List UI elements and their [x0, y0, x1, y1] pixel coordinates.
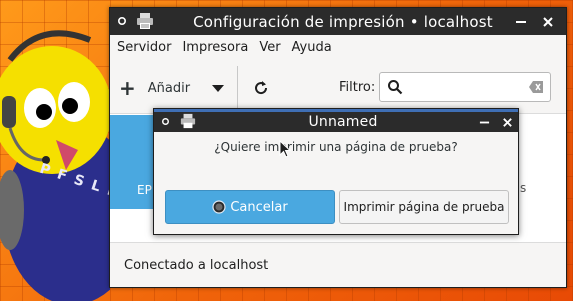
- search-icon: [387, 79, 403, 99]
- penguin-mascot-image: [0, 30, 110, 301]
- menu-impresora[interactable]: Impresora: [182, 40, 248, 55]
- dialog-title: Unnamed: [308, 114, 378, 130]
- dialog-titlebar: Unnamed: [154, 109, 518, 132]
- cancel-button[interactable]: Cancelar: [165, 190, 335, 224]
- filter-label: Filtro:: [339, 80, 376, 95]
- mouse-cursor-icon: [279, 140, 291, 158]
- cancel-label: Cancelar: [230, 199, 288, 215]
- test-page-dialog: Unnamed ¿Quiere imprimir una página de p…: [153, 108, 519, 235]
- menu-ayuda[interactable]: Ayuda: [292, 40, 332, 55]
- printer-tile-label: EP: [137, 183, 152, 197]
- minimize-icon[interactable]: [515, 16, 527, 28]
- print-test-page-label: Imprimir página de prueba: [343, 200, 505, 214]
- close-icon[interactable]: [502, 117, 513, 128]
- close-icon[interactable]: [542, 16, 554, 28]
- radio-icon: [212, 200, 226, 214]
- add-label: Añadir: [147, 80, 191, 96]
- menu-servidor[interactable]: Servidor: [117, 40, 171, 55]
- partial-label: s: [520, 181, 527, 195]
- window-title: Configuración de impresión • localhost: [193, 12, 493, 31]
- clear-text-icon[interactable]: [529, 81, 543, 97]
- menu-ver[interactable]: Ver: [259, 40, 280, 55]
- toolbar: + Añadir Filtro:: [110, 60, 566, 114]
- status-text: Conectado a localhost: [124, 257, 269, 273]
- add-printer-button[interactable]: + Añadir: [119, 75, 225, 101]
- plus-icon: +: [119, 76, 136, 100]
- filter-input[interactable]: [406, 77, 524, 97]
- filter-field[interactable]: [379, 72, 551, 102]
- refresh-icon: [255, 81, 268, 95]
- toolbar-separator: [237, 66, 238, 108]
- minimize-icon[interactable]: [479, 117, 490, 128]
- main-titlebar: Configuración de impresión • localhost: [110, 8, 566, 35]
- status-bar: Conectado a localhost: [110, 242, 566, 287]
- menubar: Servidor Impresora Ver Ayuda: [110, 35, 566, 60]
- print-test-page-button[interactable]: Imprimir página de prueba: [339, 190, 509, 224]
- refresh-button[interactable]: [247, 74, 275, 102]
- dialog-question: ¿Quiere imprimir una página de prueba?: [214, 140, 458, 154]
- chevron-down-icon[interactable]: [212, 84, 225, 92]
